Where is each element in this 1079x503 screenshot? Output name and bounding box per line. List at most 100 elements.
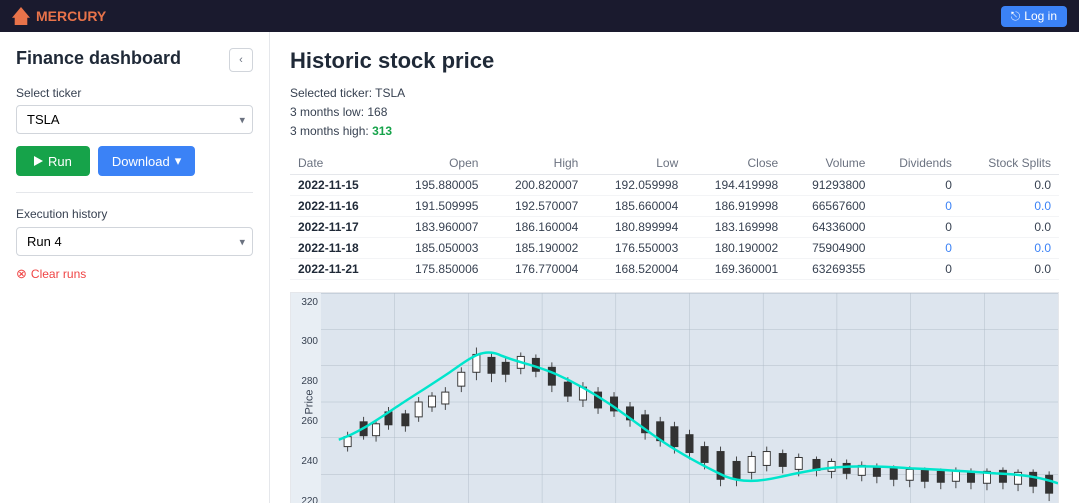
ticker-select[interactable]: TSLA AAPL GOOG MSFT AMZN	[16, 105, 253, 134]
collapse-button[interactable]: ‹	[229, 48, 253, 72]
stock-table: Date Open High Low Close Volume Dividend…	[290, 152, 1059, 280]
table-cell: 0	[873, 174, 959, 195]
col-date: Date	[290, 152, 387, 175]
table-cell: 183.960007	[387, 216, 487, 237]
clear-runs-button[interactable]: ⊗ Clear runs	[16, 266, 253, 282]
logo: MERCURY	[12, 7, 106, 25]
chart-svg	[321, 293, 1058, 503]
table-cell: 169.360001	[686, 258, 786, 279]
table-cell: 192.059998	[586, 174, 686, 195]
chart-inner	[321, 293, 1058, 503]
table-cell: 176.550003	[586, 237, 686, 258]
table-cell: 0	[873, 195, 959, 216]
table-cell: 185.660004	[586, 195, 686, 216]
main-layout: Finance dashboard ‹ Select ticker TSLA A…	[0, 32, 1079, 503]
table-cell: 191.509995	[387, 195, 487, 216]
table-cell: 2022-11-16	[290, 195, 387, 216]
table-cell: 0	[873, 258, 959, 279]
table-row: 2022-11-18185.050003185.190002176.550003…	[290, 237, 1059, 258]
table-body: 2022-11-15195.880005200.820007192.059998…	[290, 174, 1059, 279]
price-320: 320	[291, 297, 321, 308]
download-button[interactable]: Download ▾	[98, 146, 195, 176]
table-cell: 2022-11-18	[290, 237, 387, 258]
low-info: 3 months low: 168	[290, 103, 1059, 122]
table-cell: 186.919998	[686, 195, 786, 216]
table-cell: 185.190002	[486, 237, 586, 258]
high-info: 3 months high: 313	[290, 122, 1059, 141]
col-dividends: Dividends	[873, 152, 959, 175]
table-cell: 0.0	[960, 258, 1059, 279]
table-cell: 2022-11-21	[290, 258, 387, 279]
content-area: Historic stock price Selected ticker: TS…	[270, 32, 1079, 503]
price-280: 280	[291, 376, 321, 387]
table-cell: 186.160004	[486, 216, 586, 237]
table-cell: 2022-11-17	[290, 216, 387, 237]
header-row: Date Open High Low Close Volume Dividend…	[290, 152, 1059, 175]
col-splits: Stock Splits	[960, 152, 1059, 175]
run-button[interactable]: Run	[16, 146, 90, 176]
col-low: Low	[586, 152, 686, 175]
content-title: Historic stock price	[290, 48, 1059, 74]
login-icon: ⎋	[1011, 9, 1021, 24]
price-220: 220	[291, 496, 321, 503]
table-row: 2022-11-15195.880005200.820007192.059998…	[290, 174, 1059, 195]
download-caret: ▾	[175, 153, 182, 169]
login-label: Log in	[1024, 9, 1057, 23]
col-close: Close	[686, 152, 786, 175]
table-header: Date Open High Low Close Volume Dividend…	[290, 152, 1059, 175]
table-cell: 63269355	[786, 258, 873, 279]
y-axis-label: Price	[304, 389, 316, 414]
price-300: 300	[291, 336, 321, 347]
selected-ticker: Selected ticker: TSLA	[290, 84, 1059, 103]
ticker-info: Selected ticker: TSLA 3 months low: 168 …	[290, 84, 1059, 142]
table-cell: 66567600	[786, 195, 873, 216]
divider	[16, 192, 253, 193]
table-cell: 180.190002	[686, 237, 786, 258]
table-row: 2022-11-21175.850006176.770004168.520004…	[290, 258, 1059, 279]
logo-icon	[12, 7, 30, 25]
table-cell: 175.850006	[387, 258, 487, 279]
table-row: 2022-11-16191.509995192.570007185.660004…	[290, 195, 1059, 216]
table-cell: 0	[873, 237, 959, 258]
table-cell: 75904900	[786, 237, 873, 258]
table-cell: 194.419998	[686, 174, 786, 195]
table-cell: 192.570007	[486, 195, 586, 216]
table-cell: 176.770004	[486, 258, 586, 279]
page-title: Finance dashboard	[16, 48, 181, 69]
exec-select[interactable]: Run 1 Run 2 Run 3 Run 4	[16, 227, 253, 256]
table-cell: 64336000	[786, 216, 873, 237]
exec-select-wrapper: Run 1 Run 2 Run 3 Run 4 ▾	[16, 227, 253, 256]
table-cell: 168.520004	[586, 258, 686, 279]
table-cell: 2022-11-15	[290, 174, 387, 195]
table-row: 2022-11-17183.960007186.160004180.899994…	[290, 216, 1059, 237]
run-label: Run	[48, 154, 72, 169]
col-volume: Volume	[786, 152, 873, 175]
high-value: 313	[372, 124, 392, 138]
sidebar: Finance dashboard ‹ Select ticker TSLA A…	[0, 32, 270, 503]
price-240: 240	[291, 456, 321, 467]
login-button[interactable]: ⎋ Log in	[1001, 6, 1067, 27]
table-cell: 0.0	[960, 174, 1059, 195]
clear-runs-label: Clear runs	[31, 267, 86, 281]
table-cell: 183.169998	[686, 216, 786, 237]
action-buttons: Run Download ▾	[16, 146, 253, 176]
table-cell: 0	[873, 216, 959, 237]
table-cell: 0.0	[960, 195, 1059, 216]
topnav: MERCURY ⎋ Log in	[0, 0, 1079, 32]
table-cell: 200.820007	[486, 174, 586, 195]
logo-text: MERCURY	[36, 8, 106, 24]
col-high: High	[486, 152, 586, 175]
price-260: 260	[291, 416, 321, 427]
col-open: Open	[387, 152, 487, 175]
table-cell: 180.899994	[586, 216, 686, 237]
error-icon: ⊗	[16, 266, 27, 282]
sidebar-header: Finance dashboard ‹	[16, 48, 253, 72]
play-icon	[34, 156, 43, 166]
table-cell: 91293800	[786, 174, 873, 195]
table-cell: 185.050003	[387, 237, 487, 258]
high-label: 3 months high:	[290, 124, 369, 138]
download-label: Download	[112, 154, 170, 169]
table-cell: 195.880005	[387, 174, 487, 195]
ticker-label: Select ticker	[16, 86, 253, 100]
ticker-select-wrapper: TSLA AAPL GOOG MSFT AMZN ▾	[16, 105, 253, 134]
